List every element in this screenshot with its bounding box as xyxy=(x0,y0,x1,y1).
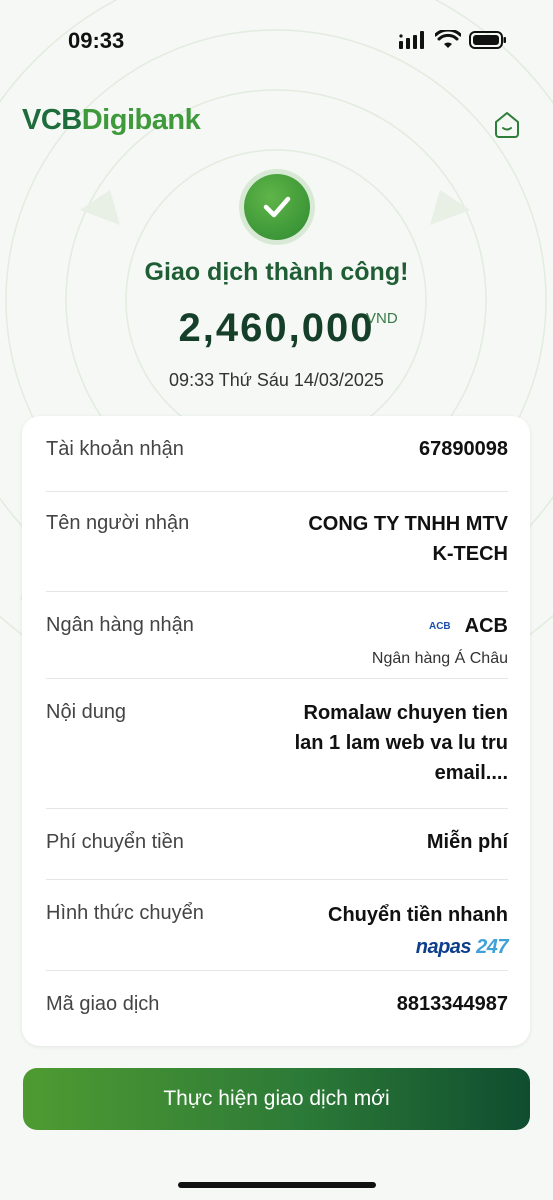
content-label: Nội dung xyxy=(46,701,127,723)
detail-row-txn-id: Mã giao dịch 8813344987 xyxy=(46,971,508,1031)
recipient-value-line1: CONG TY TNHH MTV xyxy=(308,513,508,535)
amount-currency: VND xyxy=(366,310,398,327)
napas-text: napas xyxy=(415,936,472,958)
detail-row-fee: Phí chuyển tiền Miễn phí xyxy=(46,809,508,880)
txn-id-label: Mã giao dịch xyxy=(46,993,160,1015)
transaction-datetime: 09:33 Thứ Sáu 14/03/2025 xyxy=(169,370,384,390)
detail-row-recipient: Tên người nhận CONG TY TNHH MTV K-TECH xyxy=(46,492,508,592)
method-label: Hình thức chuyển xyxy=(46,902,204,924)
content-value-line1: Romalaw chuyen tien xyxy=(303,702,509,724)
detail-row-account: Tài khoản nhận 67890098 xyxy=(46,438,508,492)
bank-name: ACB xyxy=(464,615,508,637)
txn-id-value: 8813344987 xyxy=(396,993,508,1015)
logo-digibank: Digibank xyxy=(81,104,201,136)
method-value: Chuyển tiền nhanh xyxy=(328,904,508,926)
bank-value: ACB ACB xyxy=(429,611,508,642)
status-bar: 09:33 xyxy=(0,0,553,80)
home-indicator[interactable] xyxy=(178,1182,376,1188)
status-time: 09:33 xyxy=(68,28,125,53)
battery-icon xyxy=(469,31,506,49)
amount-value: 2,460,000 xyxy=(178,306,375,350)
account-value: 67890098 xyxy=(419,438,508,460)
header: VCBDigibank xyxy=(22,104,522,144)
bank-label: Ngân hàng nhận xyxy=(46,614,194,636)
napas247-logo: napas 247 xyxy=(415,936,509,959)
checkmark-icon xyxy=(263,196,291,218)
recipient-value: CONG TY TNHH MTV K-TECH xyxy=(308,509,508,569)
fee-label: Phí chuyển tiền xyxy=(46,831,184,853)
signal-icon xyxy=(399,31,424,49)
success-check-icon xyxy=(244,174,310,240)
fee-value: Miễn phí xyxy=(426,831,508,853)
bank-fullname: Ngân hàng Á Châu xyxy=(371,650,508,667)
account-label: Tài khoản nhận xyxy=(46,438,184,460)
napas-247-text: 247 xyxy=(476,936,508,958)
status-icons xyxy=(399,30,507,50)
wifi-icon xyxy=(435,30,461,48)
logo-vcb: VCB xyxy=(22,104,82,136)
detail-row-method: Hình thức chuyển Chuyển tiền nhanh napas… xyxy=(46,880,508,971)
content-value-line2: lan 1 lam web va lu tru xyxy=(294,732,508,754)
detail-row-content: Nội dung Romalaw chuyen tien lan 1 lam w… xyxy=(46,679,508,809)
detail-row-bank: Ngân hàng nhận ACB ACB Ngân hàng Á Châu xyxy=(46,592,508,679)
vcb-digibank-logo: VCBDigibank xyxy=(22,104,201,137)
content-value-line3: email.... xyxy=(434,762,508,784)
acb-logo: ACB xyxy=(428,621,451,632)
success-title: Giao dịch thành công! xyxy=(144,258,409,286)
home-icon[interactable] xyxy=(492,110,522,140)
recipient-label: Tên người nhận xyxy=(46,512,190,534)
recipient-value-line2: K-TECH xyxy=(432,543,508,565)
amount-block: 2,460,000 VND xyxy=(0,306,553,351)
new-transaction-button[interactable]: Thực hiện giao dịch mới xyxy=(23,1068,530,1130)
content-value: Romalaw chuyen tien lan 1 lam web va lu … xyxy=(295,698,508,788)
transaction-details-card: Tài khoản nhận 67890098 Tên người nhận C… xyxy=(22,416,530,1046)
